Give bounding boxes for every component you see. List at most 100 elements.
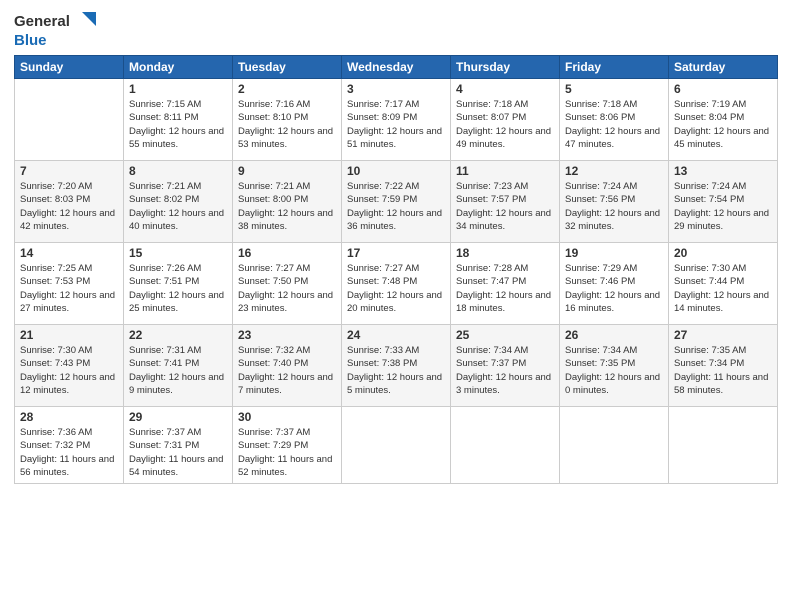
calendar-cell (451, 407, 560, 484)
day-number: 20 (674, 246, 772, 260)
weekday-header: Monday (124, 56, 233, 79)
weekday-header: Tuesday (233, 56, 342, 79)
logo-text-general: General (14, 13, 70, 30)
calendar-cell: 30Sunrise: 7:37 AMSunset: 7:29 PMDayligh… (233, 407, 342, 484)
calendar-cell: 27 Sunrise: 7:35 AMSunset: 7:34 PMDayligh… (669, 325, 778, 407)
day-number: 16 (238, 246, 336, 260)
day-detail: Sunrise: 7:16 AMSunset: 8:10 PMDaylight:… (238, 98, 336, 151)
calendar-cell: 14 Sunrise: 7:25 AMSunset: 7:53 PMDayligh… (15, 243, 124, 325)
day-detail: Sunrise: 7:24 AMSunset: 7:56 PMDaylight:… (565, 180, 663, 233)
day-number: 19 (565, 246, 663, 260)
calendar-cell: 13 Sunrise: 7:24 AMSunset: 7:54 PMDayligh… (669, 161, 778, 243)
calendar-header-row: SundayMondayTuesdayWednesdayThursdayFrid… (15, 56, 778, 79)
day-number: 28 (20, 410, 118, 424)
day-detail: Sunrise: 7:37 AMSunset: 7:29 PMDaylight:… (238, 426, 336, 479)
calendar-cell: 16 Sunrise: 7:27 AMSunset: 7:50 PMDayligh… (233, 243, 342, 325)
calendar-cell: 17 Sunrise: 7:27 AMSunset: 7:48 PMDayligh… (342, 243, 451, 325)
day-detail: Sunrise: 7:26 AMSunset: 7:51 PMDaylight:… (129, 262, 227, 315)
day-detail: Sunrise: 7:15 AMSunset: 8:11 PMDaylight:… (129, 98, 227, 151)
calendar-table: SundayMondayTuesdayWednesdayThursdayFrid… (14, 55, 778, 484)
calendar-cell: 1 Sunrise: 7:15 AMSunset: 8:11 PMDaylight… (124, 79, 233, 161)
day-detail: Sunrise: 7:25 AMSunset: 7:53 PMDaylight:… (20, 262, 118, 315)
day-number: 9 (238, 164, 336, 178)
calendar-cell: 12 Sunrise: 7:24 AMSunset: 7:56 PMDayligh… (560, 161, 669, 243)
day-detail: Sunrise: 7:22 AMSunset: 7:59 PMDaylight:… (347, 180, 445, 233)
weekday-header: Wednesday (342, 56, 451, 79)
calendar-cell: 19 Sunrise: 7:29 AMSunset: 7:46 PMDayligh… (560, 243, 669, 325)
day-detail: Sunrise: 7:17 AMSunset: 8:09 PMDaylight:… (347, 98, 445, 151)
day-number: 11 (456, 164, 554, 178)
day-detail: Sunrise: 7:35 AMSunset: 7:34 PMDaylight:… (674, 344, 772, 397)
calendar-cell: 20Sunrise: 7:30 AMSunset: 7:44 PMDayligh… (669, 243, 778, 325)
day-number: 5 (565, 82, 663, 96)
calendar-cell: 6 Sunrise: 7:19 AMSunset: 8:04 PMDaylight… (669, 79, 778, 161)
calendar-cell: 25 Sunrise: 7:34 AMSunset: 7:37 PMDayligh… (451, 325, 560, 407)
day-number: 26 (565, 328, 663, 342)
calendar-cell (342, 407, 451, 484)
day-number: 22 (129, 328, 227, 342)
day-number: 10 (347, 164, 445, 178)
day-number: 25 (456, 328, 554, 342)
calendar-cell: 24Sunrise: 7:33 AMSunset: 7:38 PMDayligh… (342, 325, 451, 407)
day-number: 17 (347, 246, 445, 260)
calendar-cell: 28Sunrise: 7:36 AMSunset: 7:32 PMDayligh… (15, 407, 124, 484)
day-detail: Sunrise: 7:31 AMSunset: 7:41 PMDaylight:… (129, 344, 227, 397)
weekday-header: Sunday (15, 56, 124, 79)
calendar-cell: 21 Sunrise: 7:30 AMSunset: 7:43 PMDayligh… (15, 325, 124, 407)
day-number: 12 (565, 164, 663, 178)
calendar-cell: 26 Sunrise: 7:34 AMSunset: 7:35 PMDayligh… (560, 325, 669, 407)
day-detail: Sunrise: 7:21 AMSunset: 8:00 PMDaylight:… (238, 180, 336, 233)
day-number: 13 (674, 164, 772, 178)
calendar-cell: 22 Sunrise: 7:31 AMSunset: 7:41 PMDayligh… (124, 325, 233, 407)
calendar-cell: 18 Sunrise: 7:28 AMSunset: 7:47 PMDayligh… (451, 243, 560, 325)
calendar-cell (669, 407, 778, 484)
calendar-cell: 29 Sunrise: 7:37 AMSunset: 7:31 PMDayligh… (124, 407, 233, 484)
day-detail: Sunrise: 7:21 AMSunset: 8:02 PMDaylight:… (129, 180, 227, 233)
day-number: 23 (238, 328, 336, 342)
weekday-header: Thursday (451, 56, 560, 79)
calendar-cell (15, 79, 124, 161)
day-number: 27 (674, 328, 772, 342)
day-detail: Sunrise: 7:27 AMSunset: 7:50 PMDaylight:… (238, 262, 336, 315)
page-header: General Blue (14, 10, 778, 49)
logo: General Blue (14, 10, 96, 49)
day-number: 14 (20, 246, 118, 260)
day-detail: Sunrise: 7:33 AMSunset: 7:38 PMDaylight:… (347, 344, 445, 397)
weekday-header: Friday (560, 56, 669, 79)
day-detail: Sunrise: 7:18 AMSunset: 8:07 PMDaylight:… (456, 98, 554, 151)
calendar-cell (560, 407, 669, 484)
day-number: 18 (456, 246, 554, 260)
calendar-cell: 9 Sunrise: 7:21 AMSunset: 8:00 PMDaylight… (233, 161, 342, 243)
day-number: 1 (129, 82, 227, 96)
day-detail: Sunrise: 7:20 AMSunset: 8:03 PMDaylight:… (20, 180, 118, 233)
calendar-cell: 5 Sunrise: 7:18 AMSunset: 8:06 PMDaylight… (560, 79, 669, 161)
day-number: 3 (347, 82, 445, 96)
day-detail: Sunrise: 7:30 AMSunset: 7:43 PMDaylight:… (20, 344, 118, 397)
day-detail: Sunrise: 7:19 AMSunset: 8:04 PMDaylight:… (674, 98, 772, 151)
day-detail: Sunrise: 7:37 AMSunset: 7:31 PMDaylight:… (129, 426, 227, 479)
day-detail: Sunrise: 7:27 AMSunset: 7:48 PMDaylight:… (347, 262, 445, 315)
day-number: 21 (20, 328, 118, 342)
day-number: 8 (129, 164, 227, 178)
day-number: 4 (456, 82, 554, 96)
day-detail: Sunrise: 7:28 AMSunset: 7:47 PMDaylight:… (456, 262, 554, 315)
calendar-cell: 15 Sunrise: 7:26 AMSunset: 7:51 PMDayligh… (124, 243, 233, 325)
day-number: 29 (129, 410, 227, 424)
day-detail: Sunrise: 7:32 AMSunset: 7:40 PMDaylight:… (238, 344, 336, 397)
day-detail: Sunrise: 7:24 AMSunset: 7:54 PMDaylight:… (674, 180, 772, 233)
calendar-cell: 23 Sunrise: 7:32 AMSunset: 7:40 PMDayligh… (233, 325, 342, 407)
calendar-cell: 7Sunrise: 7:20 AMSunset: 8:03 PMDaylight… (15, 161, 124, 243)
day-detail: Sunrise: 7:23 AMSunset: 7:57 PMDaylight:… (456, 180, 554, 233)
calendar-cell: 3 Sunrise: 7:17 AMSunset: 8:09 PMDaylight… (342, 79, 451, 161)
day-number: 15 (129, 246, 227, 260)
calendar-cell: 11 Sunrise: 7:23 AMSunset: 7:57 PMDayligh… (451, 161, 560, 243)
day-detail: Sunrise: 7:34 AMSunset: 7:35 PMDaylight:… (565, 344, 663, 397)
calendar-cell: 8 Sunrise: 7:21 AMSunset: 8:02 PMDaylight… (124, 161, 233, 243)
calendar-cell: 2Sunrise: 7:16 AMSunset: 8:10 PMDaylight… (233, 79, 342, 161)
day-detail: Sunrise: 7:18 AMSunset: 8:06 PMDaylight:… (565, 98, 663, 151)
weekday-header: Saturday (669, 56, 778, 79)
day-detail: Sunrise: 7:29 AMSunset: 7:46 PMDaylight:… (565, 262, 663, 315)
day-number: 6 (674, 82, 772, 96)
calendar-cell: 10 Sunrise: 7:22 AMSunset: 7:59 PMDayligh… (342, 161, 451, 243)
day-detail: Sunrise: 7:34 AMSunset: 7:37 PMDaylight:… (456, 344, 554, 397)
